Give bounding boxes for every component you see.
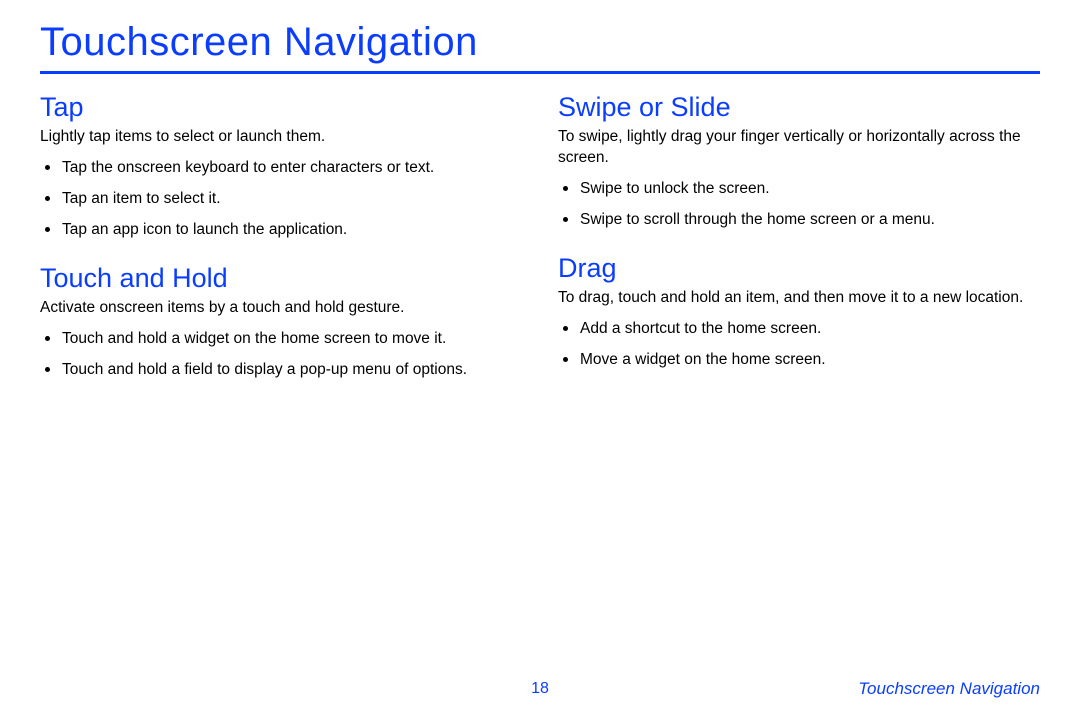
touch-hold-heading: Touch and Hold	[40, 263, 522, 294]
drag-intro: To drag, touch and hold an item, and the…	[558, 288, 1040, 309]
list-item: Swipe to scroll through the home screen …	[560, 210, 1040, 231]
list-item: Touch and hold a widget on the home scre…	[42, 329, 522, 350]
footer: 18 Touchscreen Navigation	[0, 680, 1080, 698]
list-item: Swipe to unlock the screen.	[560, 179, 1040, 200]
list-item: Tap an item to select it.	[42, 189, 522, 210]
drag-heading: Drag	[558, 253, 1040, 284]
swipe-heading: Swipe or Slide	[558, 92, 1040, 123]
content-columns: Tap Lightly tap items to select or launc…	[40, 88, 1040, 390]
touch-hold-intro: Activate onscreen items by a touch and h…	[40, 298, 522, 319]
swipe-list: Swipe to unlock the screen. Swipe to scr…	[558, 179, 1040, 231]
swipe-intro: To swipe, lightly drag your finger verti…	[558, 127, 1040, 169]
page-number: 18	[531, 680, 549, 698]
list-item: Add a shortcut to the home screen.	[560, 319, 1040, 340]
tap-intro: Lightly tap items to select or launch th…	[40, 127, 522, 148]
list-item: Move a widget on the home screen.	[560, 350, 1040, 371]
tap-list: Tap the onscreen keyboard to enter chara…	[40, 158, 522, 241]
list-item: Tap the onscreen keyboard to enter chara…	[42, 158, 522, 179]
list-item: Touch and hold a field to display a pop-…	[42, 360, 522, 381]
touch-hold-list: Touch and hold a widget on the home scre…	[40, 329, 522, 381]
left-column: Tap Lightly tap items to select or launc…	[40, 88, 522, 390]
drag-list: Add a shortcut to the home screen. Move …	[558, 319, 1040, 371]
list-item: Tap an app icon to launch the applicatio…	[42, 220, 522, 241]
footer-label: Touchscreen Navigation	[858, 679, 1040, 699]
page-title: Touchscreen Navigation	[40, 20, 1040, 74]
page: Touchscreen Navigation Tap Lightly tap i…	[0, 0, 1080, 720]
tap-heading: Tap	[40, 92, 522, 123]
right-column: Swipe or Slide To swipe, lightly drag yo…	[558, 88, 1040, 390]
